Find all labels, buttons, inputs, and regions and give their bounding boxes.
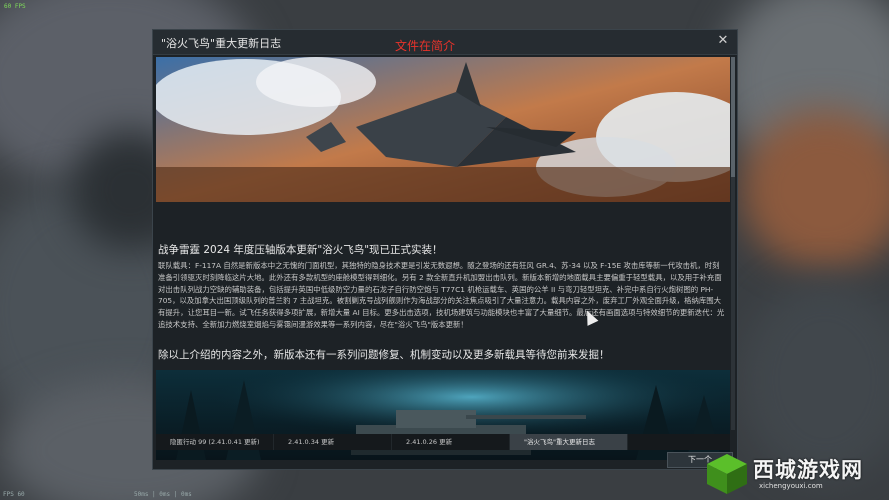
headline-text: 战争雷霆 2024 年度压轴版本更新"浴火飞鸟"现已正式实装！ <box>158 244 443 256</box>
fps-counter-bottom: FPS 60 <box>3 491 25 498</box>
dialog-header: "浴火飞鸟"重大更新日志 文件在简介 ✕ <box>153 30 737 55</box>
tab-update-1[interactable]: 隐匿行动 99 (2.41.0.41 更新) <box>156 434 274 450</box>
update-tabs: 隐匿行动 99 (2.41.0.41 更新) 2.41.0.34 更新 2.41… <box>156 434 730 450</box>
scrollbar-thumb[interactable] <box>731 57 735 177</box>
tab-update-4[interactable]: "浴火飞鸟"重大更新日志 <box>510 434 628 450</box>
content-scrollbar[interactable] <box>731 57 735 430</box>
watermark-url: xichengyouxi.com <box>759 482 823 490</box>
banner-image-aircraft <box>156 57 730 202</box>
overlay-caption: 文件在简介 <box>395 39 456 53</box>
cube-logo-icon <box>707 454 747 494</box>
close-icon[interactable]: ✕ <box>716 34 730 48</box>
site-watermark: 西城游戏网 xichengyouxi.com <box>701 446 889 500</box>
network-stats: 50ms | 0ms | 0ms <box>134 491 192 498</box>
watermark-text: 西城游戏网 <box>753 458 863 482</box>
tab-update-2[interactable]: 2.41.0.34 更新 <box>274 434 392 450</box>
fps-counter-top: 60 FPS <box>4 3 26 10</box>
update-log-dialog: "浴火飞鸟"重大更新日志 文件在简介 ✕ 战争雷霆 2024 年度压轴版本更新"… <box>152 29 738 470</box>
dialog-title: "浴火飞鸟"重大更新日志 <box>161 37 282 50</box>
body-text: 联队载具：F-117A 自然是新版本中之无愧的门面机型，其独特的隐身技术更是引发… <box>158 261 725 329</box>
tab-update-3[interactable]: 2.41.0.26 更新 <box>392 434 510 450</box>
dialog-content: 战争雷霆 2024 年度压轴版本更新"浴火飞鸟"现已正式实装！ 联队载具：F-1… <box>156 57 730 460</box>
conclusion-text: 除以上介绍的内容之外，新版本还有一系列问题修复、机制变动以及更多新载具等待您前来… <box>158 349 610 361</box>
